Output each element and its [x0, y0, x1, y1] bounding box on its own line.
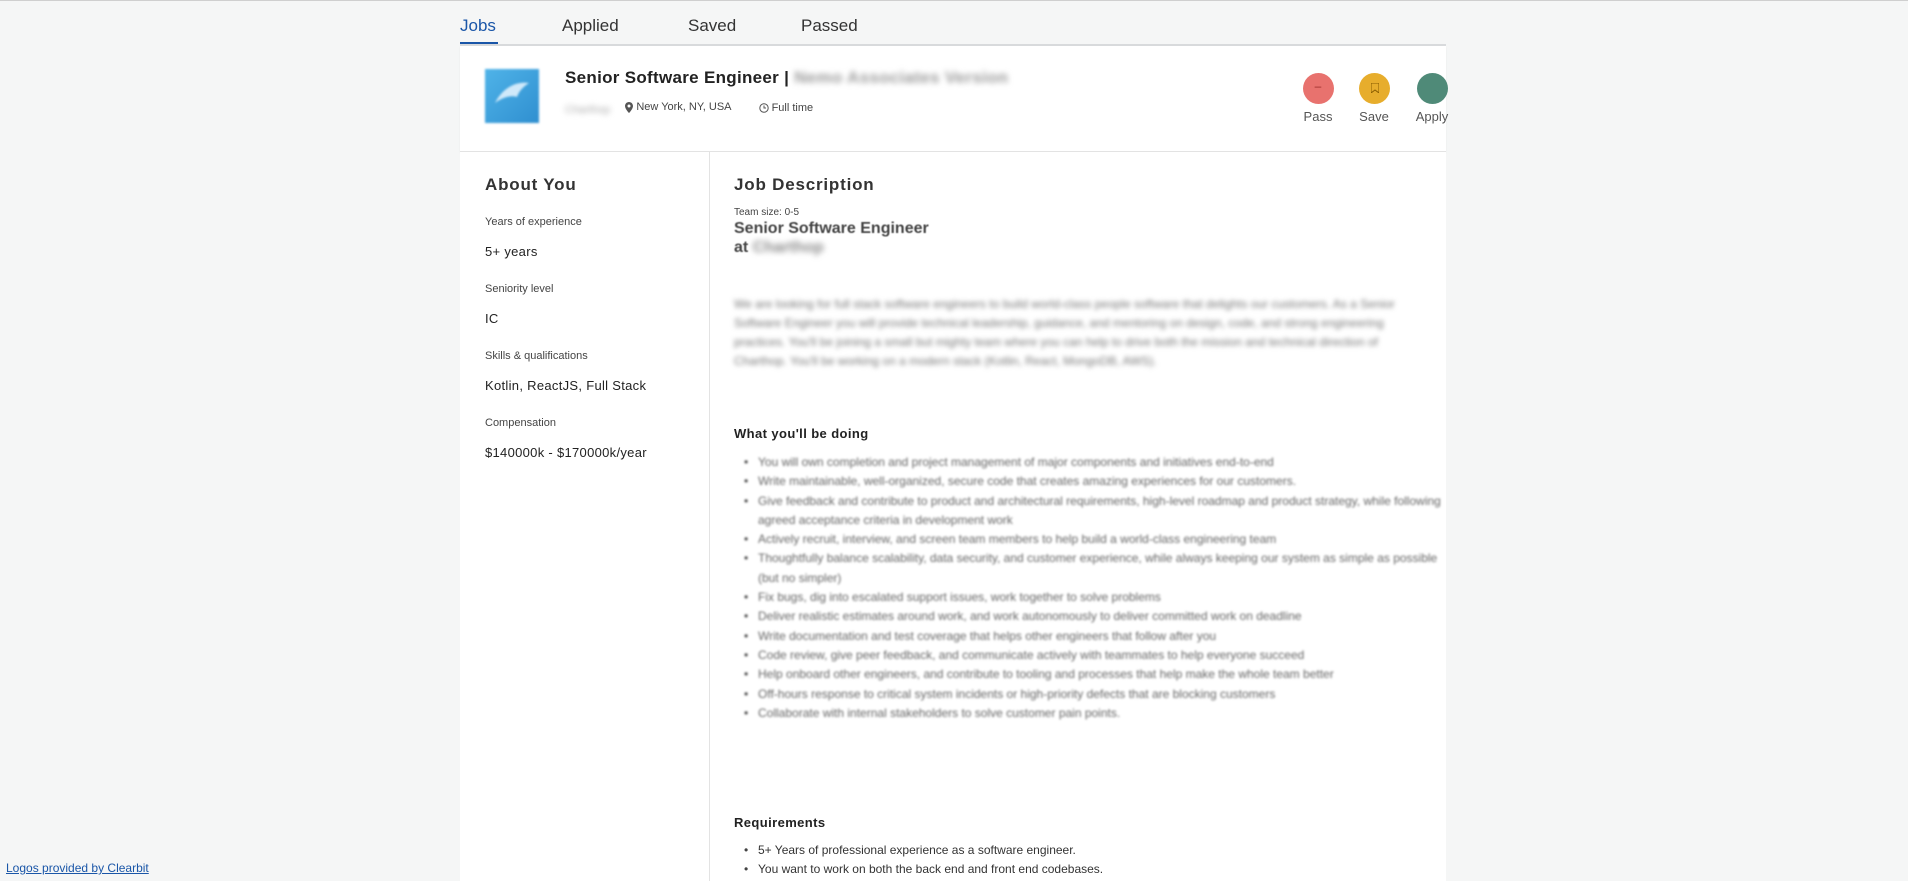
active-tab-indicator [460, 42, 498, 44]
about-you-title: About You [485, 175, 577, 194]
role-heading-title: Senior Software Engineer [734, 220, 929, 237]
job-meta: Charthop New York, NY, USA Full time [565, 101, 837, 116]
job-title-text: Senior Software Engineer | [565, 68, 790, 87]
tab-saved[interactable]: Saved [688, 15, 736, 37]
about-you-panel: About You Years of experience 5+ years S… [460, 152, 710, 881]
list-item: Collaborate with internal stakeholders t… [744, 704, 1446, 724]
list-item: Code review, give peer feedback, and com… [744, 646, 1446, 666]
team-size: Team size: 0-5 [734, 207, 800, 218]
clock-icon [758, 102, 769, 113]
dolphin-icon [495, 82, 529, 103]
list-item: 5+ Years of professional experience as a… [744, 841, 1446, 861]
save-button[interactable]: Save [1344, 73, 1404, 124]
list-item: Write documentation and test coverage th… [744, 627, 1446, 647]
seniority-value: IC [485, 311, 499, 326]
job-type: Full time [758, 101, 826, 114]
pass-button[interactable]: – Pass [1288, 73, 1348, 124]
tab-bar: Jobs Applied Saved Passed [460, 0, 1446, 46]
list-item: Deliver realistic estimates around work,… [744, 607, 1446, 627]
job-location: New York, NY, USA [625, 101, 743, 113]
tab-applied[interactable]: Applied [562, 15, 619, 37]
skills-label: Skills & qualifications [485, 350, 588, 362]
company-name: Charthop [565, 103, 611, 116]
map-pin-icon [625, 101, 634, 113]
skills-value: Kotlin, ReactJS, Full Stack [485, 378, 647, 393]
doing-heading: What you'll be doing [734, 426, 869, 441]
role-heading: Senior Software Engineer at Charthop [734, 219, 929, 257]
tab-jobs-label: Jobs [460, 16, 496, 35]
list-item: You want to work on both the back end an… [744, 860, 1446, 880]
list-item: Give feedback and contribute to product … [744, 492, 1446, 531]
job-company-blurred: Nemo Associates Version [794, 68, 1009, 87]
tab-passed-label: Passed [801, 16, 858, 35]
company-logo [485, 69, 539, 123]
compensation-value: $140000k - $170000k/year [485, 445, 647, 460]
tab-applied-label: Applied [562, 16, 619, 35]
tab-jobs[interactable]: Jobs [460, 15, 498, 44]
apply-label: Apply [1415, 109, 1449, 124]
job-description-panel: Job Description Team size: 0-5 Senior So… [710, 152, 1446, 881]
tab-saved-label: Saved [688, 16, 737, 35]
minus-icon: – [1314, 79, 1322, 93]
apply-circle [1416, 73, 1448, 104]
list-item: Actively recruit, interview, and screen … [744, 530, 1446, 550]
role-at: at [734, 239, 749, 256]
doing-list: You will own completion and project mana… [734, 453, 1446, 723]
bookmark-icon [1370, 83, 1379, 93]
intro-paragraph: We are looking for full stack software e… [734, 297, 1395, 368]
compensation-label: Compensation [485, 417, 556, 429]
seniority-label: Seniority level [485, 283, 554, 295]
job-content: About You Years of experience 5+ years S… [460, 152, 1446, 881]
tab-passed[interactable]: Passed [801, 15, 858, 37]
list-item: Thoughtfully balance scalability, data s… [744, 549, 1446, 588]
pass-label: Pass [1303, 109, 1333, 124]
list-item: Off-hours response to critical system in… [744, 685, 1446, 705]
role-company-blurred: Charthop [752, 239, 824, 256]
list-item: You will own completion and project mana… [744, 453, 1446, 473]
experience-label: Years of experience [485, 216, 582, 228]
job-title: Senior Software Engineer | Nemo Associat… [565, 68, 1008, 88]
requirements-heading: Requirements [734, 815, 826, 830]
list-item: Fix bugs, dig into escalated support iss… [744, 588, 1446, 608]
list-item: Write maintainable, well-organized, secu… [744, 472, 1446, 492]
requirements-list: 5+ Years of professional experience as a… [734, 841, 1446, 880]
job-location-text: New York, NY, USA [636, 101, 732, 113]
role-heading-company: at Charthop [734, 238, 929, 257]
pass-circle: – [1302, 73, 1334, 104]
save-label: Save [1359, 109, 1389, 124]
job-type-text: Full time [771, 101, 814, 114]
list-item: Help onboard other engineers, and contri… [744, 665, 1446, 685]
apply-button[interactable]: Apply [1402, 73, 1462, 124]
save-circle [1358, 73, 1390, 104]
clearbit-link[interactable]: Logos provided by Clearbit [6, 861, 149, 875]
job-header: Senior Software Engineer | Nemo Associat… [460, 46, 1448, 152]
job-description-title: Job Description [734, 175, 875, 194]
experience-value: 5+ years [485, 244, 538, 259]
